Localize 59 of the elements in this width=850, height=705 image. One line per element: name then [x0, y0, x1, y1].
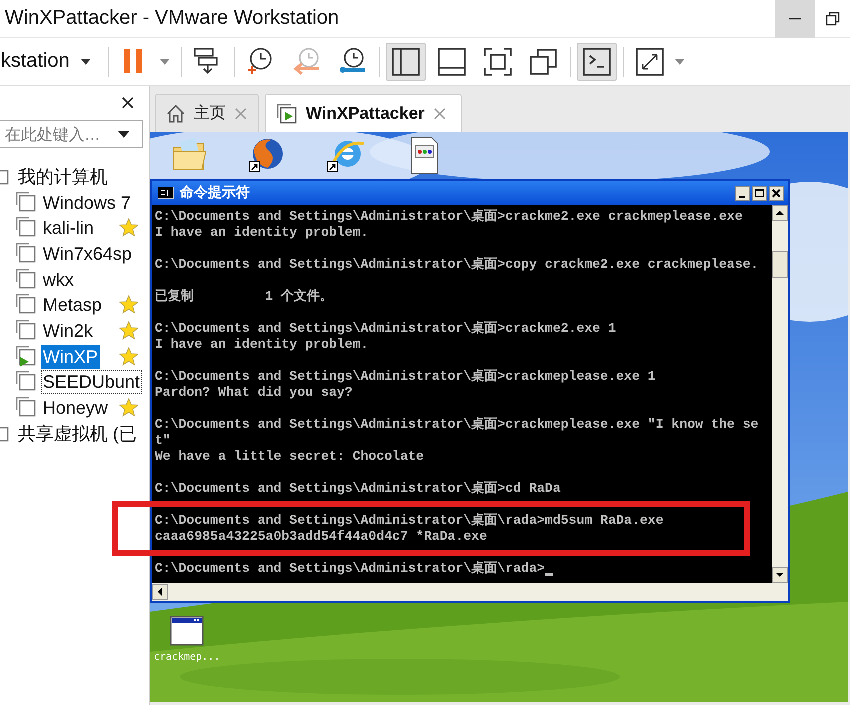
caret-icon: [674, 58, 686, 66]
console-line: C:\Documents and Settings\Administrator\桌面>crackmeplease.exe 1: [155, 369, 656, 385]
sidebar-panel-icon: [390, 46, 422, 78]
tree-item[interactable]: 我的计算机: [16, 164, 110, 189]
scroll-left-icon[interactable]: [152, 584, 168, 600]
scroll-up-icon[interactable]: [772, 205, 788, 221]
tree-item[interactable]: Honeyw: [41, 396, 110, 420]
tab[interactable]: 主页: [155, 94, 259, 132]
tree-item[interactable]: Windows 7: [41, 190, 134, 215]
console-line: C:\Documents and Settings\Administrator\桌面>copy crackme2.exe crackmeplease.: [155, 257, 759, 273]
console-icon: [158, 187, 174, 199]
tree-item[interactable]: kali-lin: [41, 216, 96, 240]
console-line: C:\Documents and Settings\Administrator\桌面\rada>: [155, 561, 546, 577]
window-title: WinXPattacker - VMware Workstation: [4, 7, 340, 30]
minimize-button[interactable]: [735, 186, 750, 200]
search-field[interactable]: 在此处键入...: [0, 120, 143, 148]
scroll-down-icon[interactable]: [772, 567, 788, 583]
restore-icon[interactable]: [826, 12, 840, 26]
scroll-thumb[interactable]: [772, 251, 788, 278]
console-line: caaa6985a43225a0b3add54f44a0d4c7 *RaDa.exe: [155, 529, 488, 545]
dropdown-caret-icon[interactable]: [117, 130, 131, 138]
stretch-icon: [634, 46, 666, 78]
tree-item[interactable]: SEEDUbunt: [41, 370, 142, 394]
tree-item[interactable]: Win7x64sp: [41, 242, 134, 266]
tree-item[interactable]: WinXP: [41, 344, 100, 369]
terminal-button[interactable]: [576, 42, 617, 80]
caret-icon: [158, 58, 171, 66]
tree-item[interactable]: wkx: [41, 268, 76, 292]
tree-item[interactable]: 共享虚拟机 (已: [16, 422, 139, 446]
caret-icon: [80, 58, 92, 66]
full-screen-icon: [482, 46, 514, 78]
console-line: Pardon? What did you say?: [155, 385, 353, 401]
terminal-icon: [580, 46, 613, 78]
console-line: C:\Documents and Settings\Administrator\桌面>crackmeplease.exe "I know the se: [155, 417, 759, 433]
console-line: I have an identity problem.: [155, 337, 369, 353]
sidebar-panel-button[interactable]: [386, 42, 426, 80]
window-icon[interactable]: [170, 616, 204, 646]
home-icon: [166, 104, 186, 124]
running-vm-icon: [276, 102, 298, 124]
console-line: t": [155, 433, 171, 449]
vertical-scrollbar[interactable]: [772, 205, 788, 583]
tree-item[interactable]: Metasp: [41, 293, 104, 318]
console-line: We have a little secret: Chocolate: [155, 449, 424, 465]
bottom-panel-icon: [436, 46, 468, 78]
console-line: C:\Documents and Settings\Administrator\桌面>cd RaDa: [155, 481, 561, 497]
close-button[interactable]: [769, 186, 784, 200]
window-title: 命令提示符: [180, 184, 250, 202]
maximize-button[interactable]: [752, 186, 767, 200]
console-line: C:\Documents and Settings\Administrator\桌面>crackme2.exe 1: [155, 321, 616, 337]
close-icon[interactable]: [121, 96, 135, 110]
console-line: 已复制 1 个文件。: [155, 289, 334, 305]
workstation-menu[interactable]: kstation: [1, 50, 92, 73]
console-line: I have an identity problem.: [155, 225, 369, 241]
horizontal-scrollbar[interactable]: [152, 583, 788, 601]
console-line: C:\Documents and Settings\Administrator\桌面>crackme2.exe crackmeplease.exe: [155, 209, 743, 225]
icon-label: crackmep...: [154, 652, 220, 663]
tree-item[interactable]: Win2k: [41, 318, 96, 343]
tab[interactable]: WinXPattacker: [265, 94, 462, 132]
console-line: C:\Documents and Settings\Administrator\桌面\rada>md5sum RaDa.exe: [155, 513, 664, 529]
